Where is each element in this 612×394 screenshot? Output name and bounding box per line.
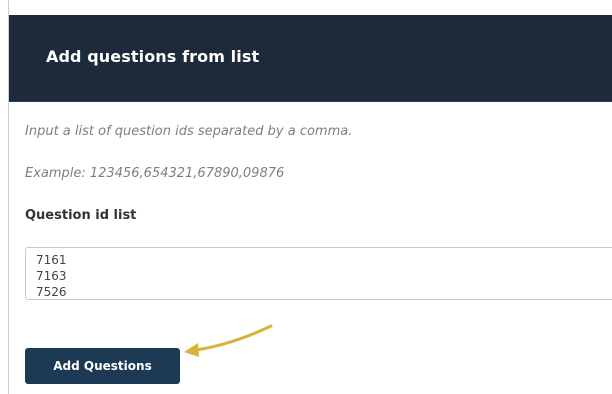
add-questions-modal: Add questions from list Input a list of … bbox=[9, 0, 612, 394]
instruction-text: Input a list of question ids separated b… bbox=[25, 124, 353, 139]
question-id-line: 7161 bbox=[36, 253, 67, 267]
question-id-line: 7163 bbox=[36, 269, 67, 283]
question-id-line: 7526 bbox=[36, 285, 67, 299]
modal-header: Add questions from list bbox=[9, 15, 612, 101]
add-questions-button[interactable]: Add Questions bbox=[25, 348, 180, 384]
question-id-list-input[interactable]: 7161 7163 7526 bbox=[25, 247, 612, 300]
example-text: Example: 123456,654321,67890,09876 bbox=[25, 166, 285, 181]
page: Add questions from list Input a list of … bbox=[0, 0, 612, 394]
question-id-list-label: Question id list bbox=[25, 208, 137, 223]
modal-title: Add questions from list bbox=[46, 47, 260, 66]
